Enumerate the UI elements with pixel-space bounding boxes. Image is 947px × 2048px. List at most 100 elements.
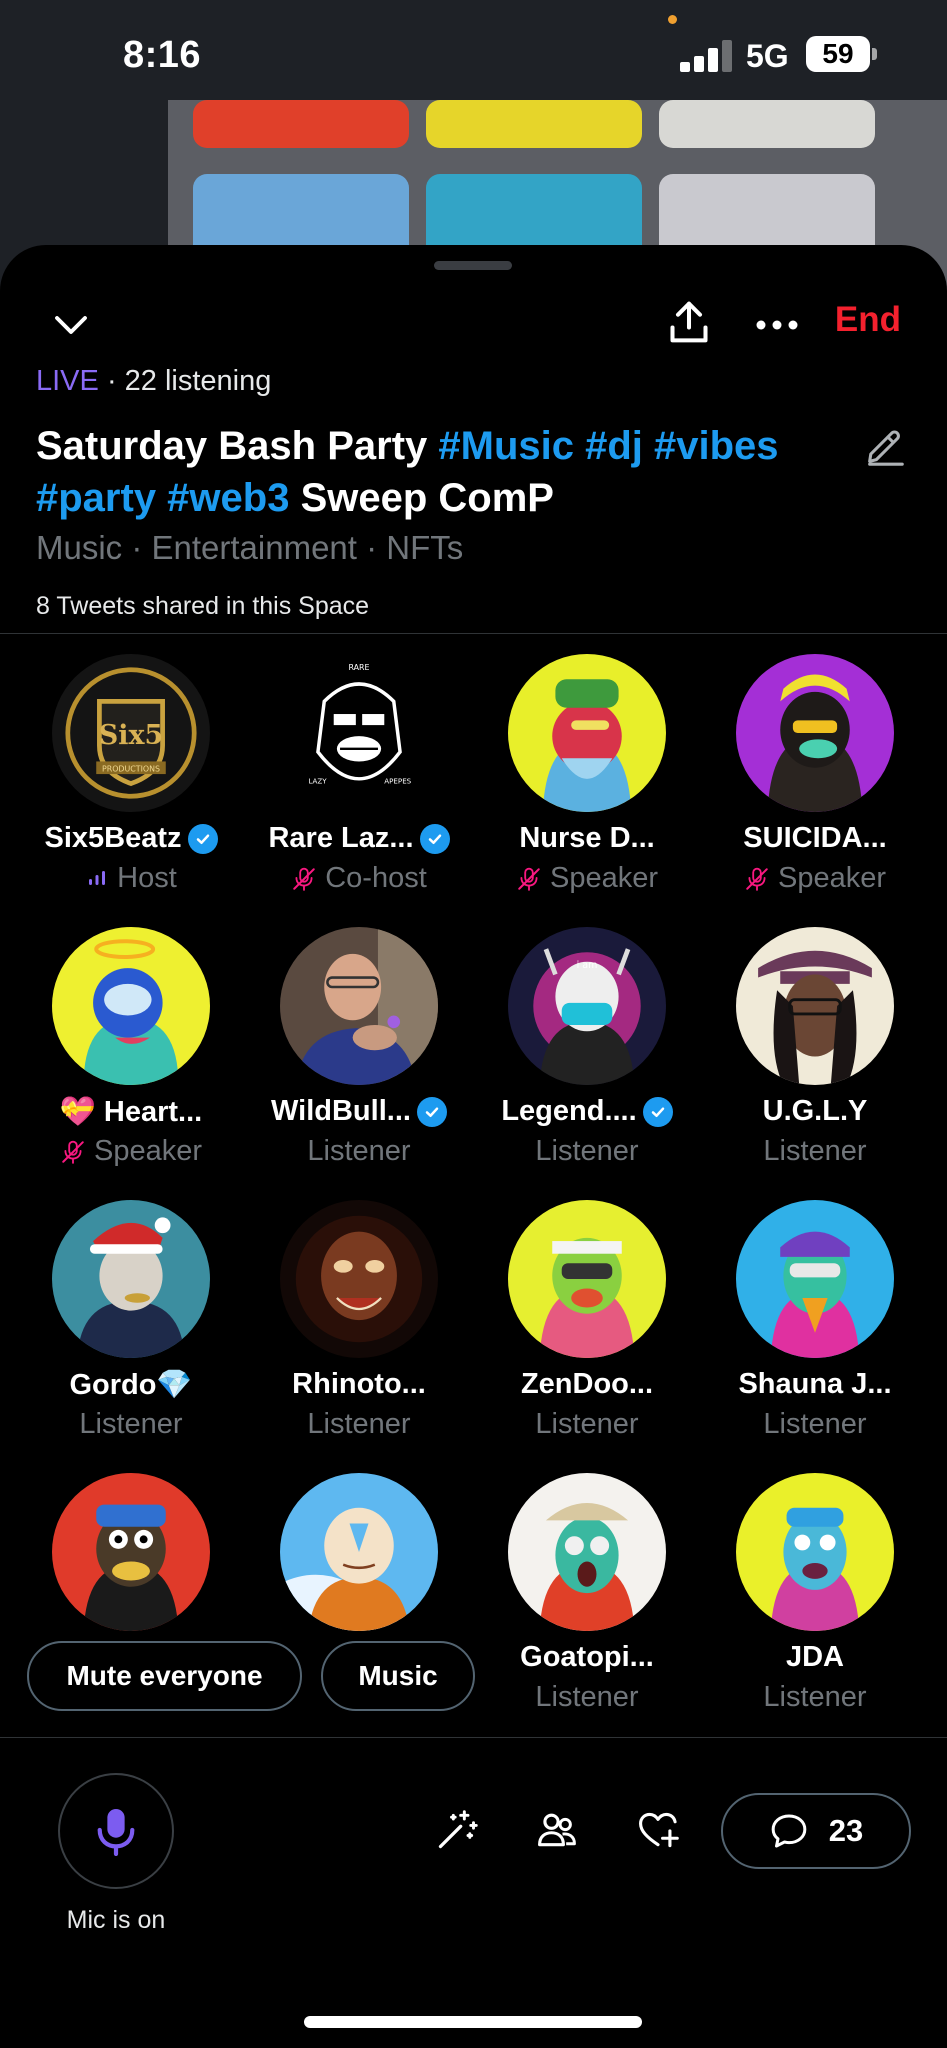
privacy-indicator-dot	[668, 15, 677, 24]
avatar-text: RARE	[348, 663, 369, 672]
avatar-text: i am	[577, 960, 598, 971]
edit-icon	[868, 430, 904, 466]
avatar[interactable]	[508, 1200, 666, 1358]
participants-button[interactable]	[525, 1798, 589, 1862]
participant-tile[interactable]: Gordo💎 Listener	[17, 1200, 245, 1450]
avatar[interactable]	[52, 1473, 210, 1631]
avatar[interactable]	[280, 1473, 438, 1631]
react-button[interactable]	[626, 1798, 690, 1862]
participant-tile[interactable]: 💝 Heart... Speaker	[17, 927, 245, 1177]
title-text: Sweep ComP	[289, 476, 554, 520]
more-button[interactable]	[752, 300, 802, 350]
mic-muted-icon	[62, 1140, 84, 1164]
verified-icon	[419, 823, 450, 854]
sheet-grabber[interactable]	[434, 261, 512, 270]
participant-name-text: Nurse D...	[519, 822, 655, 854]
participant-role-text: Listener	[535, 1681, 639, 1713]
avatar-text: Six5	[99, 720, 163, 751]
sparkle-icon	[438, 1810, 478, 1849]
participant-role-text: Listener	[763, 1681, 867, 1713]
mic-muted-icon	[293, 867, 315, 891]
title-text: Saturday Bash Party	[36, 424, 439, 468]
participant-name-text: Rhinoto...	[292, 1368, 426, 1400]
avatar[interactable]: i am	[508, 927, 666, 1085]
participant-name-text: Legend....	[501, 1095, 637, 1127]
comments-button[interactable]: 23	[721, 1793, 911, 1869]
participant-role: Listener	[17, 1408, 245, 1441]
verified-icon	[187, 823, 218, 854]
participant-role: Host	[17, 862, 245, 895]
heart-plus-icon	[639, 1812, 679, 1848]
participant-tile[interactable]: Goatopi... Listener	[473, 1473, 701, 1723]
avatar[interactable]	[736, 927, 894, 1085]
effects-button[interactable]	[425, 1798, 489, 1862]
participant-role: Listener	[701, 1408, 929, 1441]
participant-name: U.G.L.Y	[701, 1095, 929, 1128]
participant-name-text: 💝 Heart...	[59, 1096, 203, 1128]
network-type: 5G	[746, 38, 789, 74]
participant-role-text: Listener	[307, 1135, 411, 1167]
separator-dot: ·	[106, 365, 125, 397]
participant-tile[interactable]: WildBull... Listener	[245, 927, 473, 1177]
participant-name: Legend....	[473, 1095, 701, 1128]
participant-role-text: Co-host	[325, 862, 427, 894]
participant-tile[interactable]: RARE LAZY APEPES Rare Laz... Co-host	[245, 654, 473, 904]
participant-tile[interactable]: JDA Listener	[701, 1473, 929, 1723]
participant-tile[interactable]: SUICIDA... Speaker	[701, 654, 929, 904]
participant-name: Shauna J...	[701, 1368, 929, 1401]
participant-name-text: Six5Beatz	[44, 822, 182, 854]
space-title: Saturday Bash Party #Music #dj #vibes #p…	[36, 420, 866, 524]
participant-role: Listener	[701, 1681, 929, 1714]
mic-muted-icon	[746, 867, 768, 891]
avatar[interactable]	[280, 927, 438, 1085]
avatar[interactable]	[736, 1473, 894, 1631]
participant-name: Goatopi...	[473, 1641, 701, 1674]
participant-role-text: Listener	[307, 1408, 411, 1440]
avatar[interactable]	[736, 654, 894, 812]
participant-tile[interactable]: Nurse D... Speaker	[473, 654, 701, 904]
avatar[interactable]	[52, 927, 210, 1085]
participant-name: Gordo💎	[17, 1368, 245, 1402]
avatar-text: LAZY	[308, 777, 327, 786]
tweets-shared-link[interactable]: 8 Tweets shared in this Space	[36, 592, 369, 621]
mic-button[interactable]	[58, 1773, 174, 1889]
participant-tile[interactable]: ZenDoo... Listener	[473, 1200, 701, 1450]
participant-name: ZenDoo...	[473, 1368, 701, 1401]
participant-tile[interactable]: Rhinoto... Listener	[245, 1200, 473, 1450]
participant-tile[interactable]: Shauna J... Listener	[701, 1200, 929, 1450]
avatar[interactable]	[508, 1473, 666, 1631]
avatar[interactable]	[280, 1200, 438, 1358]
title-hashtags[interactable]: #Music #dj #vibes	[438, 424, 778, 468]
participant-name-text: JDA	[785, 1641, 844, 1673]
avatar[interactable]: RARE LAZY APEPES	[280, 654, 438, 812]
home-indicator[interactable]	[304, 2016, 642, 2028]
avatar[interactable]	[736, 1200, 894, 1358]
edit-title-button[interactable]	[862, 423, 908, 474]
title-hashtags[interactable]: #party #web3	[36, 476, 289, 520]
speaking-indicator-icon	[89, 870, 106, 885]
avatar-text: APEPES	[384, 777, 411, 786]
participant-name-text: ZenDoo...	[520, 1368, 654, 1400]
participant-role: Speaker	[17, 1135, 245, 1168]
participant-tile[interactable]: Six5 PRODUCTIONS Six5Beatz Host	[17, 654, 245, 904]
participant-name: 💝 Heart...	[17, 1095, 245, 1129]
participant-role: Listener	[701, 1135, 929, 1168]
avatar[interactable]	[52, 1200, 210, 1358]
people-icon	[538, 1813, 576, 1847]
avatar[interactable]	[508, 654, 666, 812]
space-topics: Music · Entertainment · NFTs	[36, 529, 464, 566]
participant-role-text: Listener	[79, 1408, 183, 1440]
divider	[0, 633, 947, 634]
participant-tile[interactable]: i am Legend.... Listener	[473, 927, 701, 1177]
status-time: 8:16	[123, 34, 202, 76]
mute-everyone-button[interactable]: Mute everyone	[27, 1641, 302, 1711]
participant-tile[interactable]: U.G.L.Y Listener	[701, 927, 929, 1177]
avatar[interactable]: Six5 PRODUCTIONS	[52, 654, 210, 812]
participant-name: Rare Laz...	[245, 822, 473, 855]
participant-role: Listener	[473, 1408, 701, 1441]
collapse-button[interactable]	[46, 300, 96, 350]
participant-role-text: Speaker	[777, 862, 886, 894]
end-space-button[interactable]: End	[835, 300, 901, 340]
share-button[interactable]	[664, 292, 714, 352]
music-button[interactable]: Music	[321, 1641, 475, 1711]
